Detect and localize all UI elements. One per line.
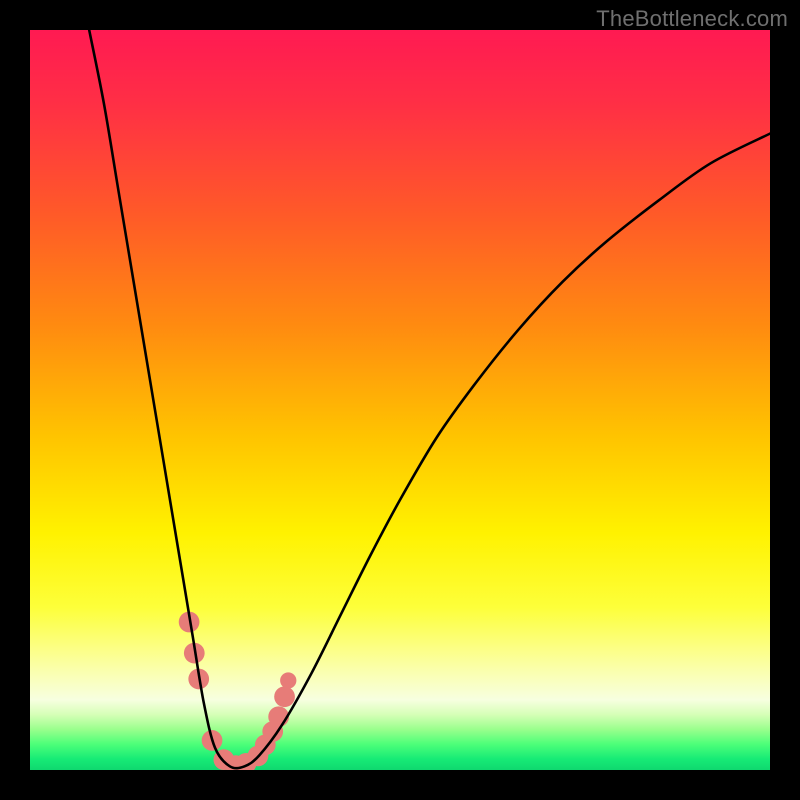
data-marker: [274, 686, 295, 707]
curve-layer: [30, 30, 770, 770]
watermark-text: TheBottleneck.com: [596, 6, 788, 32]
data-marker: [280, 672, 296, 688]
marker-group: [179, 612, 297, 770]
plot-area: [30, 30, 770, 770]
chart-frame: TheBottleneck.com: [0, 0, 800, 800]
